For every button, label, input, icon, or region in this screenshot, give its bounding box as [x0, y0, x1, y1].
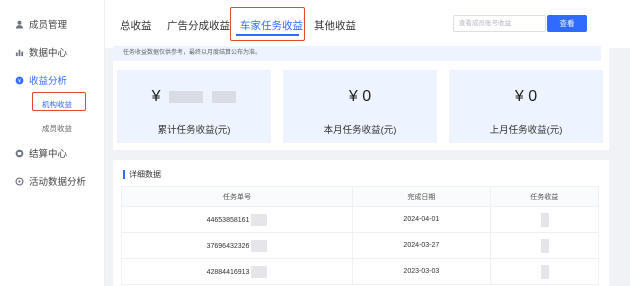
redacted-mask: [251, 213, 268, 226]
user-icon: [14, 19, 24, 29]
column-header: 完成日期: [352, 186, 491, 207]
tab-ad-share-revenue[interactable]: 广告分成收益: [167, 18, 230, 33]
completion-date: 2023-03-03: [352, 258, 491, 285]
redacted-mask: [541, 212, 550, 227]
card-amount: ¥ 0: [514, 88, 538, 105]
member-search-input[interactable]: [453, 15, 546, 32]
sidebar-item-label: 数据中心: [29, 48, 68, 59]
sidebar-item-revenue-analysis[interactable]: ¥ 收益分析: [14, 73, 67, 87]
order-number: 42884416913: [206, 268, 250, 276]
activity-icon: [14, 176, 24, 186]
tab-bar: 总收益 广告分成收益 车家任务收益 其他收益 查看: [105, 0, 630, 48]
sidebar-item-label: 成员管理: [29, 20, 68, 31]
redacted-mask: [541, 238, 550, 253]
card-label: 本月任务收益(元): [323, 125, 397, 136]
svg-text:¥: ¥: [17, 78, 21, 84]
coin-icon: ¥: [14, 75, 24, 85]
sidebar-item-label: 结算中心: [29, 149, 68, 160]
column-header: 任务收益: [489, 186, 600, 207]
total-revenue-card: ¥ 累计任务收益(元): [117, 70, 271, 143]
card-label: 累计任务收益(元): [157, 125, 231, 136]
last-month-revenue-card: ¥ 0 上月任务收益(元): [449, 70, 603, 143]
section-title: 详细数据: [123, 170, 161, 179]
card-amount: ¥: [151, 88, 161, 105]
sidebar-subitem-member-revenue[interactable]: 成员收益: [42, 123, 72, 134]
main-content: 总收益 广告分成收益 车家任务收益 其他收益 查看 任务收益数据仅供参考，最终以…: [105, 0, 630, 286]
bar-chart-icon: [14, 47, 24, 57]
completion-date: 2024-03-27: [352, 232, 491, 259]
redacted-mask: [541, 264, 550, 279]
tab-other-revenue[interactable]: 其他收益: [314, 18, 356, 33]
redacted-mask: [251, 239, 268, 252]
month-revenue-card: ¥ 0 本月任务收益(元): [283, 70, 437, 143]
sidebar-item-activity-analysis[interactable]: 活动数据分析: [14, 174, 86, 188]
redacted-mask: [212, 90, 237, 103]
wallet-icon: [14, 148, 24, 158]
sidebar-item-member-management[interactable]: 成员管理: [14, 17, 67, 31]
notice-bar: 任务收益数据仅供参考，最终以月度结算公布为准。: [113, 46, 601, 61]
redacted-mask: [251, 265, 268, 278]
table-row: 44653858161 2024-04-01: [120, 206, 600, 233]
completion-date: 2024-04-01: [352, 206, 491, 233]
highlight-box: [32, 92, 86, 111]
detail-table: 任务单号 完成日期 任务收益 44653858161 2024-04-01 37…: [120, 186, 600, 285]
sidebar-item-data-center[interactable]: 数据中心: [14, 45, 67, 59]
column-header: 任务单号: [120, 186, 354, 207]
search-button[interactable]: 查看: [547, 15, 587, 32]
table-row: 42884416913 2023-03-03: [120, 258, 600, 285]
sidebar-item-label: 活动数据分析: [29, 177, 87, 188]
sidebar-item-settlement-center[interactable]: 结算中心: [14, 146, 67, 160]
sidebar-item-label: 收益分析: [29, 76, 68, 87]
summary-panel: 任务收益数据仅供参考，最终以月度结算公布为准。 ¥ 累计任务收益(元) ¥ 0 …: [113, 46, 609, 150]
highlight-box: [230, 7, 305, 41]
order-number: 37696432326: [206, 242, 250, 250]
card-label: 上月任务收益(元): [489, 125, 563, 136]
order-number: 44653858161: [206, 216, 250, 224]
detail-panel: 详细数据 任务单号 完成日期 任务收益 44653858161 2024-04-…: [113, 160, 609, 286]
tab-total-revenue[interactable]: 总收益: [120, 18, 152, 33]
table-row: 37696432326 2024-03-27: [120, 232, 600, 259]
card-amount: ¥ 0: [348, 88, 372, 105]
redacted-mask: [168, 90, 203, 103]
sidebar: 成员管理 数据中心 ¥ 收益分析 机构收益 成员收益 结算中心 活动数据分析: [0, 0, 105, 286]
